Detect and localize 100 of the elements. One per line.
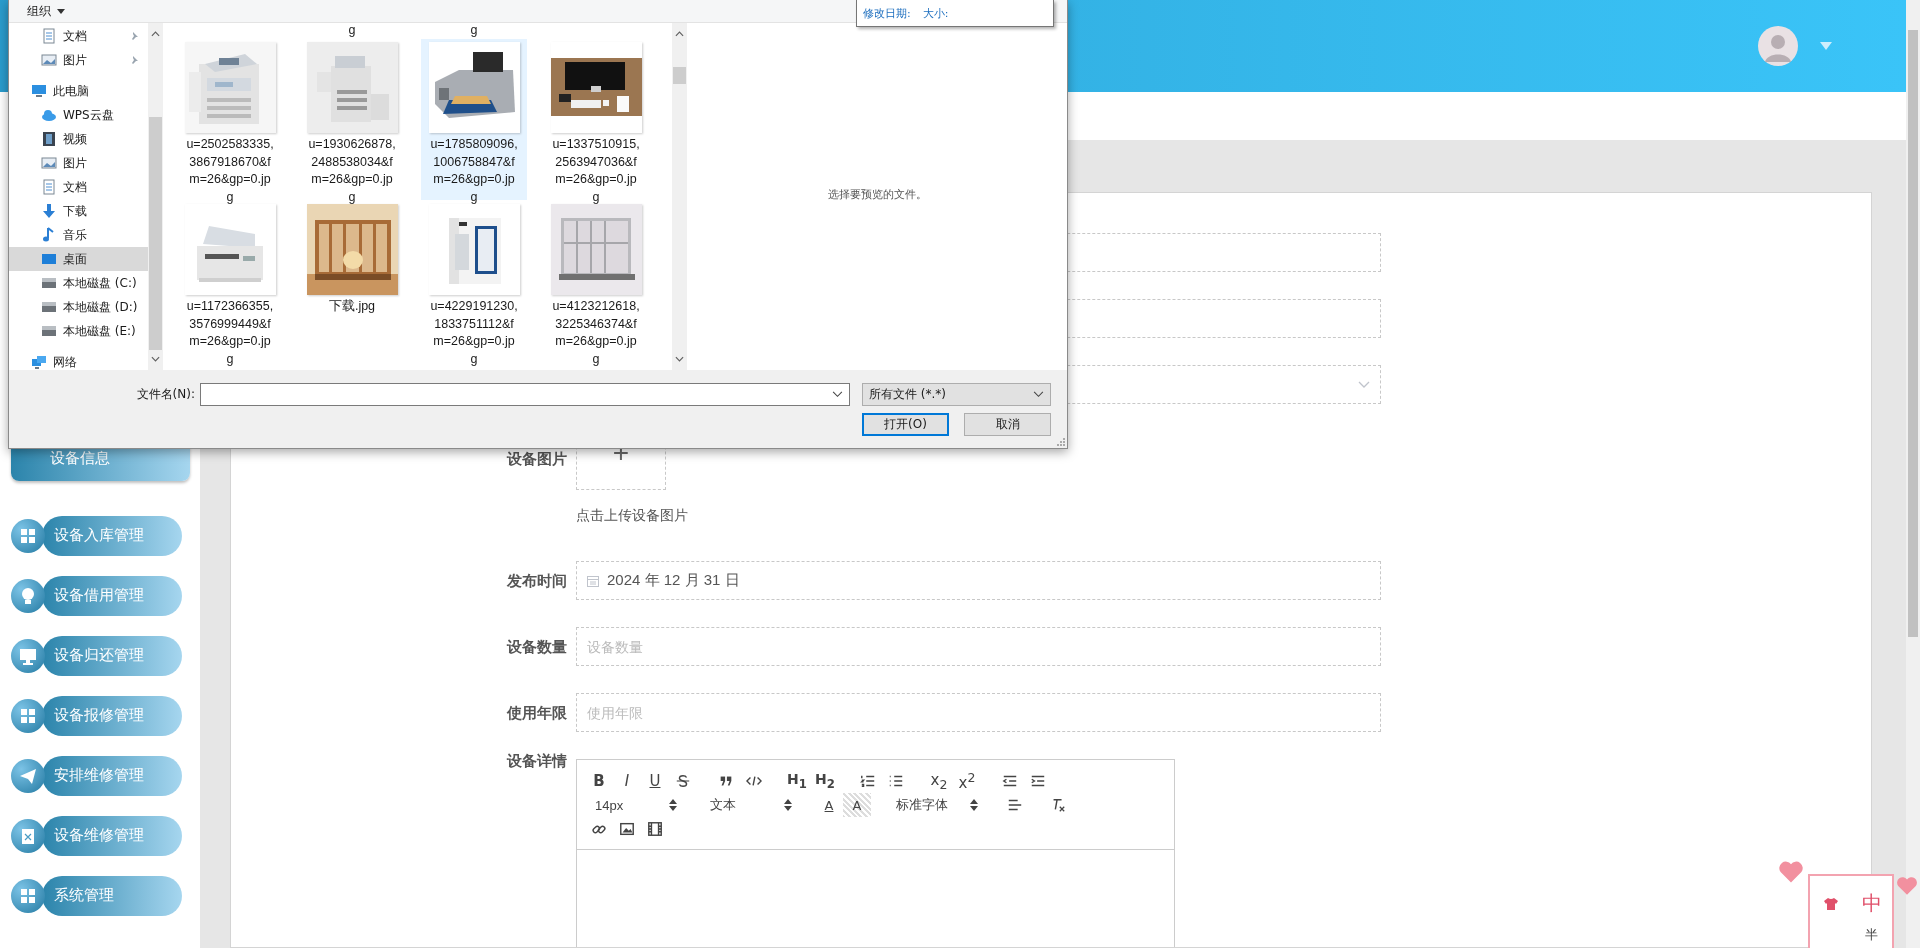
input-mode: 中 bbox=[1861, 891, 1882, 917]
date-field[interactable]: 2024 年 12 月 31 日 bbox=[576, 561, 1381, 600]
network-icon bbox=[31, 354, 47, 370]
date-value: 2024 年 12 月 31 日 bbox=[607, 571, 740, 590]
document-icon bbox=[41, 28, 57, 44]
scroll-down-icon[interactable] bbox=[151, 356, 160, 362]
file-name: g bbox=[348, 23, 356, 38]
chevron-icon bbox=[1033, 391, 1044, 398]
heart-icon bbox=[1896, 876, 1918, 896]
nav-item[interactable]: 文档 bbox=[9, 24, 148, 48]
grid-icon bbox=[11, 518, 45, 553]
shirt-icon bbox=[1822, 896, 1839, 911]
nav-item[interactable]: 本地磁盘 (E:) bbox=[9, 319, 148, 343]
strike-icon bbox=[675, 773, 691, 789]
drive-icon bbox=[41, 323, 57, 339]
computer-icon bbox=[31, 83, 47, 99]
scrollbar[interactable] bbox=[1906, 0, 1920, 948]
tooltip-text: 大小: bbox=[922, 6, 949, 21]
align-icon bbox=[1007, 797, 1023, 813]
toolbar-select[interactable]: 14px bbox=[585, 793, 685, 817]
document-icon bbox=[41, 179, 57, 195]
input-method-badge[interactable]: 中 半 bbox=[1808, 874, 1894, 948]
background-button[interactable]: A bbox=[843, 793, 871, 817]
scroll-thumb[interactable] bbox=[149, 117, 162, 350]
file-type-select[interactable]: 所有文件 (*.*) bbox=[862, 383, 1051, 406]
file-name: u=4229191230, 1833751112&f m=26&gp=0.jp g bbox=[430, 298, 518, 368]
field-label: 设备图片 bbox=[507, 449, 567, 469]
color-button[interactable]: A bbox=[815, 793, 843, 817]
chevron-icon bbox=[832, 391, 843, 398]
input-field[interactable]: 使用年限 bbox=[576, 693, 1381, 732]
nav-item[interactable]: 图片 bbox=[9, 48, 148, 72]
nav-item[interactable]: 本地磁盘 (C:) bbox=[9, 271, 148, 295]
file-name-field[interactable] bbox=[200, 383, 850, 406]
scroll-thumb[interactable] bbox=[1908, 30, 1918, 637]
scroll-down-icon[interactable] bbox=[675, 356, 684, 362]
width-mode: 半 bbox=[1865, 925, 1878, 944]
caret-icon[interactable] bbox=[57, 8, 65, 14]
video-icon bbox=[647, 821, 663, 837]
cancel-button[interactable]: 取消 bbox=[964, 413, 1051, 436]
input-field[interactable]: 设备数量 bbox=[576, 627, 1381, 666]
script-button[interactable]: x$_{2}$ bbox=[925, 769, 953, 793]
nav-item[interactable]: 下载 bbox=[9, 199, 148, 223]
script-button[interactable]: x$^{2}$ bbox=[953, 769, 981, 793]
underline-button[interactable]: U bbox=[641, 769, 669, 793]
video-icon bbox=[41, 131, 57, 147]
organize-menu[interactable]: 组织 bbox=[23, 2, 55, 20]
nav-item[interactable]: 文档 bbox=[9, 175, 148, 199]
scroll-thumb[interactable] bbox=[673, 67, 686, 84]
italic-button[interactable]: I bbox=[613, 769, 641, 793]
picture-icon bbox=[41, 52, 57, 68]
heading-button[interactable]: H$_{1}$ bbox=[783, 769, 811, 793]
nav-item[interactable]: WPS云盘 bbox=[9, 103, 148, 127]
tooltip-text: 修改日期: bbox=[863, 6, 911, 21]
nav-item[interactable]: 视频 bbox=[9, 127, 148, 151]
outdent-icon bbox=[1002, 773, 1018, 789]
grid-icon bbox=[11, 698, 45, 733]
drive-icon bbox=[41, 275, 57, 291]
preview-message: 选择要预览的文件。 bbox=[827, 187, 927, 202]
indent-icon bbox=[1030, 773, 1046, 789]
toolbar-select[interactable]: 文本 bbox=[700, 793, 800, 817]
updown-arrow-icon bbox=[970, 799, 978, 811]
scroll-up-icon[interactable] bbox=[675, 31, 684, 37]
nav-item[interactable]: 网络 bbox=[9, 350, 148, 374]
picture-icon bbox=[41, 155, 57, 171]
download-icon bbox=[41, 203, 57, 219]
field-label: 使用年限 bbox=[507, 703, 567, 723]
cloud-icon bbox=[41, 107, 57, 123]
bullet-list-icon bbox=[888, 773, 904, 789]
code-icon bbox=[746, 773, 762, 789]
chevron-icon bbox=[1358, 380, 1370, 389]
drive-icon bbox=[41, 299, 57, 315]
file-name: u=2502583335, 3867918670&f m=26&gp=0.jp g bbox=[186, 136, 274, 206]
file-name: u=1337510915, 2563947036&f m=26&gp=0.jp g bbox=[552, 136, 640, 206]
clipboard-icon bbox=[11, 818, 45, 853]
heart-icon bbox=[1778, 860, 1804, 884]
field-label: 发布时间 bbox=[507, 571, 567, 591]
nav-item[interactable]: 桌面 bbox=[9, 247, 148, 271]
grid-icon bbox=[11, 878, 45, 913]
scroll-up-icon[interactable] bbox=[151, 31, 160, 37]
resize-grip-icon[interactable] bbox=[1055, 436, 1065, 446]
nav-item[interactable]: 本地磁盘 (D:) bbox=[9, 295, 148, 319]
field-label: 设备详情 bbox=[507, 751, 567, 771]
file-name: u=4123212618, 3225346374&f m=26&gp=0.jp g bbox=[552, 298, 640, 368]
file-name: 下载.jpg bbox=[328, 298, 376, 315]
image-icon bbox=[619, 821, 635, 837]
nav-item[interactable]: 音乐 bbox=[9, 223, 148, 247]
file-name: u=1930626878, 2488538034&f m=26&gp=0.jp g bbox=[308, 136, 396, 206]
bold-button[interactable]: B bbox=[585, 769, 613, 793]
nav-item[interactable]: 图片 bbox=[9, 151, 148, 175]
heading-button[interactable]: H$_{2}$ bbox=[811, 769, 839, 793]
upload-hint: 点击上传设备图片 bbox=[576, 506, 688, 524]
updown-arrow-icon bbox=[669, 799, 677, 811]
file-name: g bbox=[470, 23, 478, 38]
open-button[interactable]: 打开(O) bbox=[862, 413, 949, 436]
file-name: u=1172366355, 3576999449&f m=26&gp=0.jp g bbox=[186, 298, 274, 368]
bulb-icon bbox=[11, 578, 45, 613]
updown-arrow-icon bbox=[784, 799, 792, 811]
nav-item[interactable]: 此电脑 bbox=[9, 79, 148, 103]
desktop-icon bbox=[41, 251, 57, 267]
toolbar-select[interactable]: 标准字体 bbox=[886, 793, 986, 817]
